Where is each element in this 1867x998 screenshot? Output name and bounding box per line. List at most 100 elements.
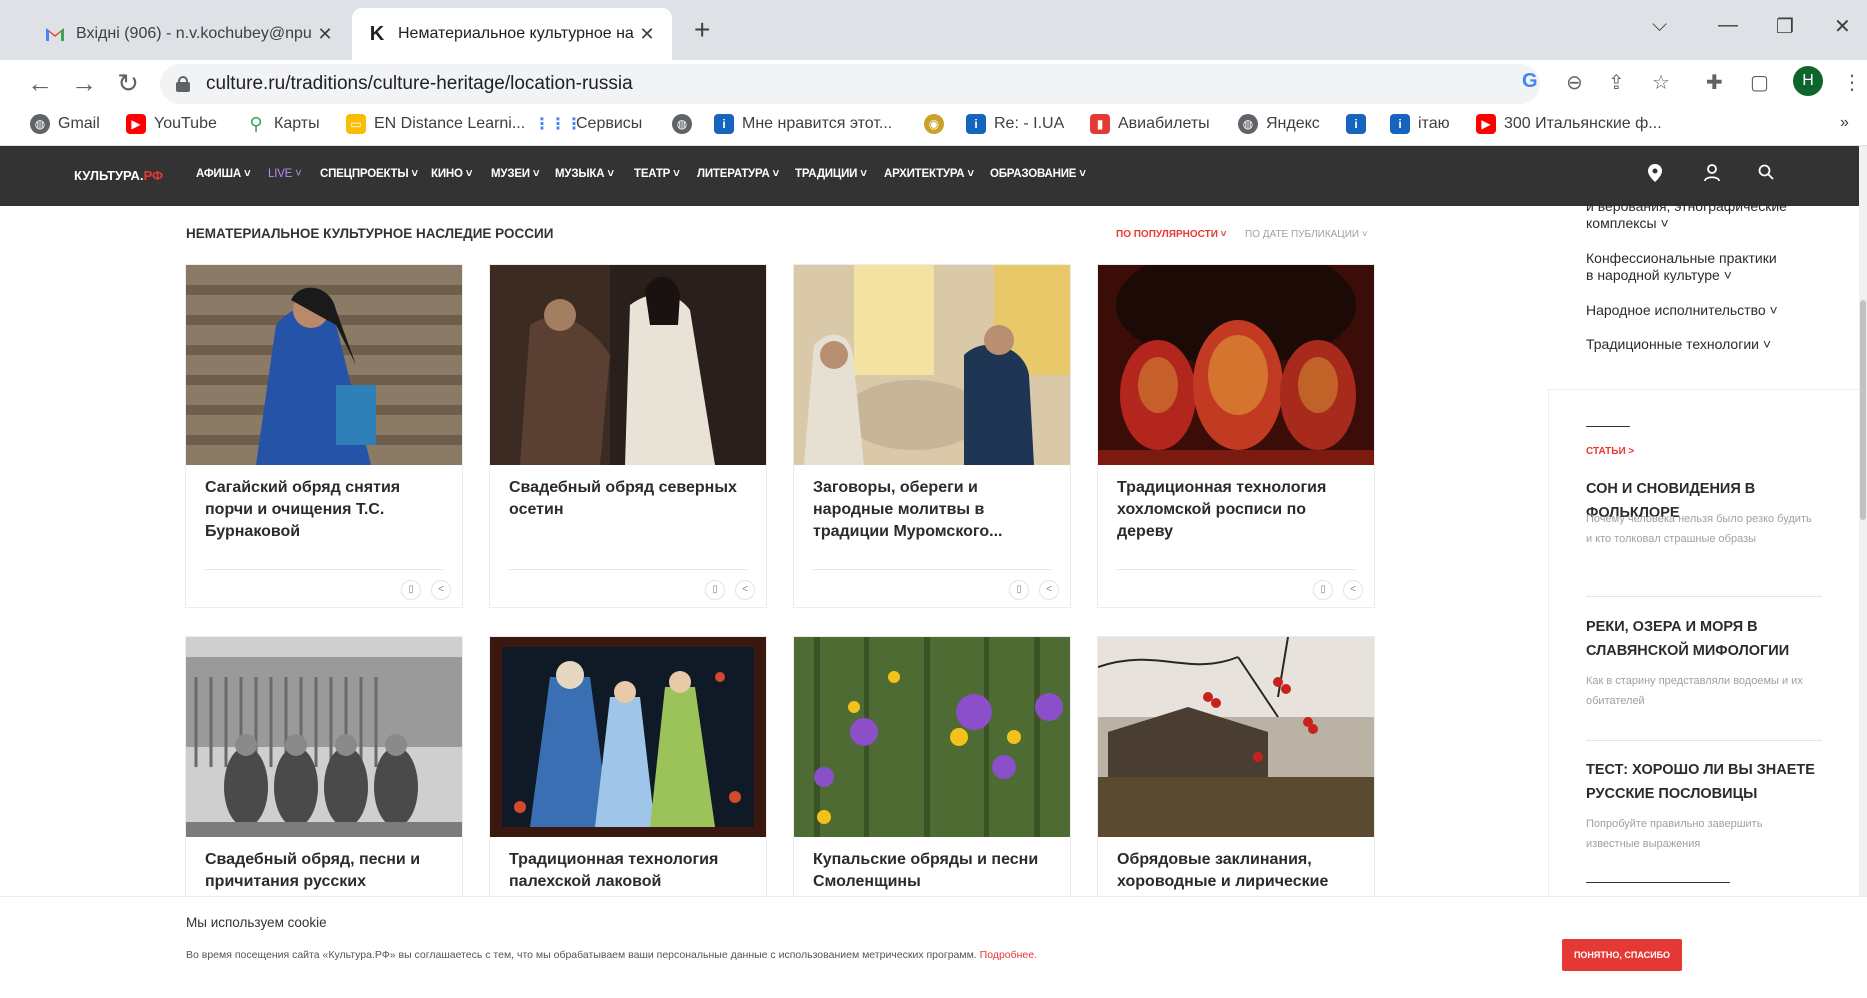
category-beliefs[interactable]: и верования, этнографические комплексы ˅ xyxy=(1586,198,1806,232)
zoom-icon[interactable]: ⊖ xyxy=(1566,70,1583,95)
search-icon[interactable] xyxy=(1758,164,1774,185)
card-sagay-ritual[interactable]: Сагайский обряд снятия порчи и очищения … xyxy=(186,265,462,607)
card-image[interactable] xyxy=(186,637,462,837)
card-image[interactable] xyxy=(1098,637,1374,837)
side-panel-icon[interactable]: ▢ xyxy=(1750,70,1769,95)
nav-museums[interactable]: МУЗЕИ ˅ xyxy=(491,168,540,180)
card-image[interactable] xyxy=(794,637,1070,837)
scrollbar-thumb[interactable] xyxy=(1860,300,1866,520)
card-ossetian-wedding[interactable]: Свадебный обряд северных осетин ▯ < xyxy=(490,265,766,607)
location-pin-icon[interactable] xyxy=(1648,164,1662,187)
article-rivers-desc: Как в старину представляли водоемы и их … xyxy=(1586,675,1803,707)
sort-by-date[interactable]: ПО ДАТЕ ПУБЛИКАЦИИ ˅ xyxy=(1245,229,1368,240)
card-title[interactable]: Свадебный обряд северных осетин xyxy=(490,465,766,569)
user-icon[interactable] xyxy=(1704,164,1720,187)
nav-architecture[interactable]: АРХИТЕКТУРА ˅ xyxy=(884,168,974,180)
nav-live[interactable]: LIVE ˅ xyxy=(268,168,302,180)
card-image[interactable] xyxy=(1098,265,1374,465)
kultura-k-icon: K xyxy=(369,22,385,45)
new-tab-icon[interactable]: + xyxy=(694,14,710,46)
bookmark-label: EN Distance Learni... xyxy=(374,115,526,132)
bookmark-services[interactable]: ⋮⋮⋮ Сервисы xyxy=(534,114,643,134)
nav-theatre[interactable]: ТЕАТР ˅ xyxy=(634,168,680,180)
card-title[interactable]: Заговоры, обереги и народные молитвы в т… xyxy=(794,465,1070,569)
category-confessional[interactable]: Конфессиональные практики в народной кул… xyxy=(1586,250,1786,284)
bookmark-info[interactable]: i xyxy=(1346,114,1374,134)
bookmark-itayu[interactable]: i ітаю xyxy=(1390,114,1450,134)
bookmark-en-distance[interactable]: ▭ EN Distance Learni... xyxy=(346,114,525,134)
share-icon[interactable]: < xyxy=(1343,580,1363,600)
maximize-icon[interactable]: ❐ xyxy=(1776,14,1794,39)
card-title[interactable]: Традиционная технология хохломской роспи… xyxy=(1098,465,1374,569)
extensions-icon[interactable]: ✚ xyxy=(1706,70,1723,95)
bookmark-likes[interactable]: i Мне нравится этот... xyxy=(714,114,892,134)
cookie-accept-button[interactable]: ПОНЯТНО, СПАСИБО xyxy=(1562,939,1682,971)
nav-specprojects[interactable]: СПЕЦПРОЕКТЫ ˅ xyxy=(320,168,418,180)
card-image[interactable] xyxy=(490,637,766,837)
minimize-icon[interactable]: — xyxy=(1718,14,1738,37)
page-scrollbar[interactable] xyxy=(1859,146,1867,996)
nav-literature[interactable]: ЛИТЕРАТУРА ˅ xyxy=(697,168,779,180)
more-bookmarks-icon[interactable]: » xyxy=(1840,114,1849,132)
bookmark-label: Gmail xyxy=(58,115,100,132)
bookmark-label: Сервисы xyxy=(576,115,643,132)
category-traditional-tech[interactable]: Традиционные технологии ˅ xyxy=(1586,336,1771,353)
sidebar-divider xyxy=(1586,596,1822,597)
bookmark-star-icon[interactable]: ☆ xyxy=(1652,70,1670,95)
card-footer: ▯ < xyxy=(813,569,1059,607)
article-rivers-title[interactable]: РЕКИ, ОЗЕРА И МОРЯ В СЛАВЯНСКОЙ МИФОЛОГИ… xyxy=(1586,615,1816,663)
close-window-icon[interactable]: ✕ xyxy=(1834,14,1851,39)
tab-kultura[interactable]: K Нематериальное культурное на ✕ xyxy=(352,8,672,60)
bookmark-maps[interactable]: ⚲ Карты xyxy=(246,114,319,134)
bookmark-icon[interactable]: ▯ xyxy=(705,580,725,600)
article-proverbs-title[interactable]: ТЕСТ: ХОРОШО ЛИ ВЫ ЗНАЕТЕ РУССКИЕ ПОСЛОВ… xyxy=(1586,758,1816,806)
card-murom-prayers[interactable]: Заговоры, обереги и народные молитвы в т… xyxy=(794,265,1070,607)
google-g-icon[interactable]: G xyxy=(1522,70,1538,93)
forward-icon[interactable]: → xyxy=(68,68,100,99)
bookmark-label: 300 Итальянские ф... xyxy=(1504,115,1662,132)
nav-music[interactable]: МУЗЫКА ˅ xyxy=(555,168,614,180)
bookmark-youtube[interactable]: ▶ YouTube xyxy=(126,114,217,134)
nav-kino[interactable]: КИНО ˅ xyxy=(431,168,472,180)
url-text: culture.ru/traditions/culture-heritage/l… xyxy=(206,73,633,94)
browser-tab-bar: Вхідні (906) - n.v.kochubey@npu ✕ K Нема… xyxy=(0,0,1867,60)
bookmark-italian[interactable]: ▶ 300 Итальянские ф... xyxy=(1476,114,1662,134)
bag-icon: ▮ xyxy=(1090,114,1110,134)
bookmark-icon[interactable]: ▯ xyxy=(1313,580,1333,600)
bookmark-icon[interactable]: ▯ xyxy=(1009,580,1029,600)
close-tab-icon[interactable]: ✕ xyxy=(636,24,658,45)
bookmark-iua[interactable]: i Re: - I.UA xyxy=(966,114,1064,134)
nav-traditions[interactable]: ТРАДИЦИИ ˅ xyxy=(795,168,867,180)
card-footer: ▯ < xyxy=(1117,569,1363,607)
articles-link[interactable]: СТАТЬИ > xyxy=(1586,446,1634,457)
bookmark-gmail[interactable]: ◍ Gmail xyxy=(30,114,100,134)
share-icon[interactable]: < xyxy=(1039,580,1059,600)
share-icon[interactable]: < xyxy=(735,580,755,600)
nav-education[interactable]: ОБРАЗОВАНИЕ ˅ xyxy=(990,168,1086,180)
bookmark-yandex[interactable]: ◍ Яндекс xyxy=(1238,114,1320,134)
bookmark-coin[interactable]: ◉ xyxy=(924,114,952,134)
bookmark-aviatickets[interactable]: ▮ Авиабилеты xyxy=(1090,114,1210,134)
close-tab-icon[interactable]: ✕ xyxy=(314,24,336,45)
address-bar[interactable]: culture.ru/traditions/culture-heritage/l… xyxy=(160,64,1540,104)
back-icon[interactable]: ← xyxy=(24,68,56,99)
tab-gmail[interactable]: Вхідні (906) - n.v.kochubey@npu ✕ xyxy=(30,8,350,60)
cookie-more-link[interactable]: Подробнее. xyxy=(980,949,1037,961)
share-icon[interactable]: < xyxy=(431,580,451,600)
bookmark-icon[interactable]: ▯ xyxy=(401,580,421,600)
sort-by-popularity[interactable]: ПО ПОПУЛЯРНОСТИ ˅ xyxy=(1116,229,1227,240)
reload-icon[interactable]: ↻ xyxy=(112,68,144,99)
share-icon[interactable]: ⇪ xyxy=(1608,70,1625,95)
bookmark-globe[interactable]: ◍ xyxy=(672,114,700,134)
card-image[interactable] xyxy=(490,265,766,465)
menu-dots-icon[interactable]: ⋮ xyxy=(1842,70,1862,95)
card-title[interactable]: Сагайский обряд снятия порчи и очищения … xyxy=(186,465,462,569)
category-folk-performance[interactable]: Народное исполнительство ˅ xyxy=(1586,302,1778,319)
tab-search-chevron-icon[interactable]: ⌵ xyxy=(1652,14,1667,37)
card-image[interactable] xyxy=(186,265,462,465)
profile-avatar[interactable]: Н xyxy=(1793,66,1823,96)
card-image[interactable] xyxy=(794,265,1070,465)
card-khokhloma[interactable]: Традиционная технология хохломской роспи… xyxy=(1098,265,1374,607)
nav-afisha[interactable]: АФИША ˅ xyxy=(196,168,251,180)
site-logo[interactable]: КУЛЬТУРА.РФ xyxy=(74,168,163,183)
